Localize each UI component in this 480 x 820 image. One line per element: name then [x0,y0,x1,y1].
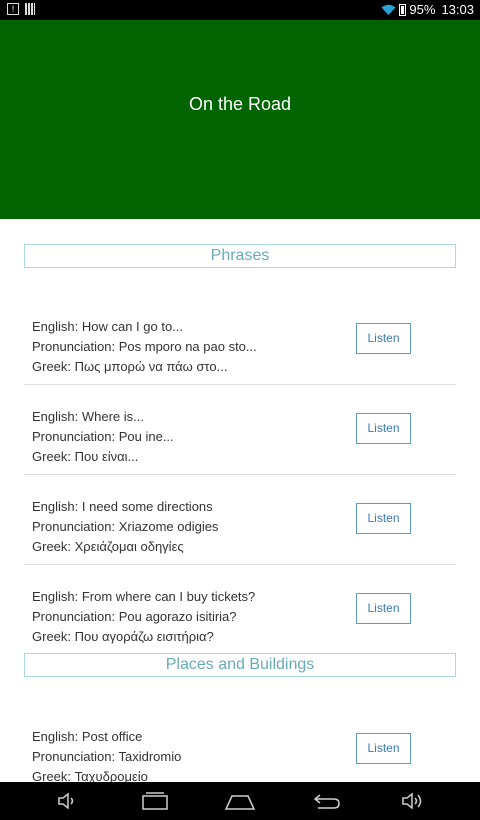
list-item: English: Post office Pronunciation: Taxi… [24,707,456,782]
greek-text: Greek: Που είναι... [32,449,139,464]
greek-text: Greek: Που αγοράζω εισιτήρια? [32,629,214,644]
navigation-bar [0,782,480,820]
content-list[interactable]: Phrases English: How can I go to... Pron… [0,219,480,782]
pronunciation-text: Pronunciation: Pou agorazo isitiria? [32,609,237,624]
section-header-phrases: Phrases [24,244,456,268]
status-left: ! [7,3,35,15]
pronunciation-text: Pronunciation: Taxidromio [32,749,182,764]
english-text: English: From where can I buy tickets? [32,589,256,604]
back-icon[interactable] [312,790,342,812]
recent-apps-icon[interactable] [140,790,170,812]
pronunciation-text: Pronunciation: Pou ine... [32,429,174,444]
list-item: English: How can I go to... Pronunciatio… [24,297,456,385]
list-item: English: From where can I buy tickets? P… [24,567,456,655]
listen-button[interactable]: Listen [356,503,411,534]
english-text: English: Where is... [32,409,144,424]
english-text: English: How can I go to... [32,319,184,334]
header: On the Road [0,20,480,219]
listen-button[interactable]: Listen [356,593,411,624]
status-bar: ! 95% 13:03 [0,0,480,20]
section-header-places: Places and Buildings [24,653,456,677]
greek-text: Greek: Χρειάζομαι οδηγίες [32,539,184,554]
listen-button[interactable]: Listen [356,733,411,764]
pronunciation-text: Pronunciation: Xriazome odigies [32,519,219,534]
notification-icon: ! [7,3,19,15]
volume-down-icon[interactable] [56,790,78,812]
battery-icon [399,3,407,16]
list-item: English: I need some directions Pronunci… [24,477,456,565]
greek-text: Greek: Πως μπορώ να πάω στο... [32,359,228,374]
battery-level: 95% [409,2,436,17]
sim-icon [25,3,35,15]
volume-up-icon[interactable] [400,790,426,812]
english-text: English: I need some directions [32,499,213,514]
greek-text: Greek: Ταχυδρομείο [32,769,148,782]
pronunciation-text: Pronunciation: Pos mporo na pao sto... [32,339,257,354]
clock: 13:03 [441,2,474,17]
listen-button[interactable]: Listen [356,413,411,444]
list-item: English: Where is... Pronunciation: Pou … [24,387,456,475]
home-icon[interactable] [224,790,256,812]
listen-button[interactable]: Listen [356,323,411,354]
page-title: On the Road [188,94,292,114]
wifi-icon [381,4,396,15]
status-right: 95% 13:03 [381,2,474,17]
english-text: English: Post office [32,729,143,744]
